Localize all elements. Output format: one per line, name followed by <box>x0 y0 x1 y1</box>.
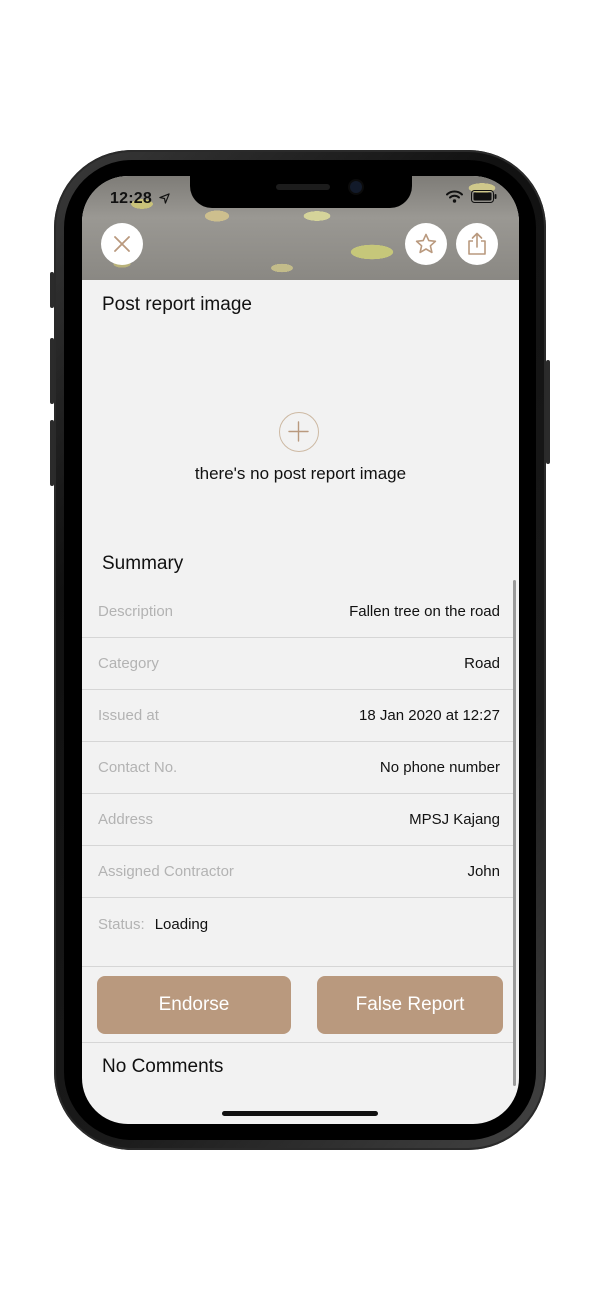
status-label: Status: <box>98 915 145 933</box>
row-value: Fallen tree on the road <box>349 603 500 620</box>
row-value: John <box>467 863 500 880</box>
front-camera <box>350 181 362 193</box>
notch <box>190 176 412 208</box>
volume-up-button <box>50 338 54 404</box>
app-screen: 12:28 Post report image there's no post … <box>82 176 519 1124</box>
close-button[interactable] <box>101 223 143 265</box>
row-value: Road <box>464 655 500 672</box>
status-icons <box>446 190 497 203</box>
location-arrow-icon <box>158 193 170 204</box>
battery-icon <box>471 190 497 203</box>
row-value: MPSJ Kajang <box>409 811 500 828</box>
row-value: 18 Jan 2020 at 12:27 <box>359 707 500 724</box>
close-icon <box>114 236 130 252</box>
summary-row-assigned-contractor: Assigned Contractor John <box>82 846 516 898</box>
star-icon <box>415 233 437 254</box>
wifi-icon <box>446 190 463 203</box>
false-report-button[interactable]: False Report <box>317 976 503 1034</box>
add-post-report-image-button[interactable] <box>279 412 319 452</box>
row-label: Assigned Contractor <box>98 863 234 880</box>
status-time-text: 12:28 <box>110 190 152 207</box>
row-label: Category <box>98 655 159 672</box>
row-value: No phone number <box>379 759 500 776</box>
row-label: Description <box>98 603 174 620</box>
row-label: Contact No. <box>98 759 178 776</box>
summary-row-address: Address MPSJ Kajang <box>82 794 516 846</box>
summary-row-issued-at: Issued at 18 Jan 2020 at 12:27 <box>82 690 516 742</box>
row-label: Issued at <box>98 707 159 724</box>
scrollbar[interactable] <box>513 580 516 1086</box>
summary-row-category: Category Road <box>82 638 516 690</box>
share-icon <box>468 232 486 255</box>
speaker <box>276 184 330 190</box>
favorite-button[interactable] <box>405 223 447 265</box>
summary-title: Summary <box>102 553 184 574</box>
actions-divider-top <box>82 966 516 967</box>
row-label: Address <box>98 811 154 828</box>
empty-post-report-text: there's no post report image <box>194 464 407 483</box>
summary-row-contact: Contact No. No phone number <box>82 742 516 794</box>
plus-icon <box>288 421 309 442</box>
summary-row-description: Description Fallen tree on the road <box>82 586 516 638</box>
endorse-button[interactable]: Endorse <box>97 976 291 1034</box>
share-button[interactable] <box>456 223 498 265</box>
home-indicator[interactable] <box>222 1111 378 1116</box>
actions-divider-bottom <box>82 1042 516 1043</box>
power-button <box>546 360 550 464</box>
post-report-title: Post report image <box>102 294 252 315</box>
comments-title: No Comments <box>102 1056 224 1077</box>
volume-down-button <box>50 420 54 486</box>
status-time: 12:28 <box>110 190 170 208</box>
status-value: Loading <box>154 915 209 933</box>
summary-row-status: Status: Loading <box>82 898 516 950</box>
silent-switch <box>50 272 54 308</box>
